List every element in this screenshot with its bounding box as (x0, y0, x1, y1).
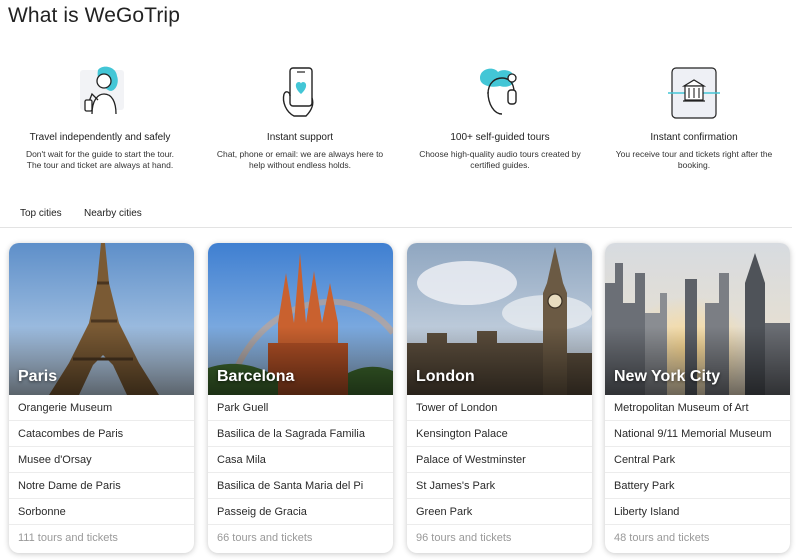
city-card-london[interactable]: London Tower of London Kensington Palace… (407, 243, 592, 553)
feature-title: 100+ self-guided tours (450, 132, 550, 143)
city-cards: Paris Orangerie Museum Catacombes de Par… (0, 243, 800, 560)
attraction-link[interactable]: National 9/11 Memorial Museum (605, 421, 790, 447)
attraction-link[interactable]: Sorbonne (9, 499, 194, 525)
feature-title: Instant confirmation (650, 132, 738, 143)
attraction-link[interactable]: Tower of London (407, 395, 592, 421)
attraction-link[interactable]: Basilica de Santa Maria del Pi (208, 473, 393, 499)
feature-description: Chat, phone or email: we are always here… (216, 149, 384, 170)
city-name: Barcelona (217, 368, 295, 385)
attraction-link[interactable]: Orangerie Museum (9, 395, 194, 421)
city-name: London (416, 368, 475, 385)
attraction-link[interactable]: Liberty Island (605, 499, 790, 525)
attraction-link[interactable]: Notre Dame de Paris (9, 473, 194, 499)
attraction-link[interactable]: Palace of Westminster (407, 447, 592, 473)
city-image[interactable]: New York City (605, 243, 790, 395)
features-section: Travel independently and safely Don't wa… (0, 64, 800, 184)
feature-description: Choose high-quality audio tours created … (419, 149, 581, 170)
city-card-barcelona[interactable]: Barcelona Park Guell Basilica de la Sagr… (208, 243, 393, 553)
headphones-icon (480, 68, 517, 115)
tours-count[interactable]: 66 tours and tickets (208, 525, 393, 551)
tab-nearby-cities[interactable]: Nearby cities (84, 208, 142, 219)
attraction-link[interactable]: Musee d'Orsay (9, 447, 194, 473)
attraction-list: Tower of London Kensington Palace Palace… (407, 395, 592, 525)
tours-count[interactable]: 111 tours and tickets (9, 525, 194, 551)
feature-tours: 100+ self-guided tours Choose high-quali… (400, 64, 600, 171)
tours-count[interactable]: 48 tours and tickets (605, 525, 790, 551)
city-image[interactable]: Paris (9, 243, 194, 395)
feature-description: Don't wait for the guide to start the to… (25, 149, 175, 170)
phone-support-icon (282, 67, 314, 117)
attraction-link[interactable]: Catacombes de Paris (9, 421, 194, 447)
feature-travel: Travel independently and safely Don't wa… (0, 64, 200, 171)
feature-title: Instant support (266, 132, 334, 143)
ticket-icon (668, 67, 720, 119)
city-image[interactable]: Barcelona (208, 243, 393, 395)
attraction-link[interactable]: Green Park (407, 499, 592, 525)
attraction-link[interactable]: Battery Park (605, 473, 790, 499)
feature-support: Instant support Chat, phone or email: we… (200, 64, 400, 171)
attraction-list: Park Guell Basilica de la Sagrada Famili… (208, 395, 393, 525)
tours-count[interactable]: 96 tours and tickets (407, 525, 592, 551)
feature-title: Travel independently and safely (29, 132, 171, 143)
traveler-icon (80, 66, 124, 115)
city-name: Paris (18, 368, 58, 385)
attraction-list: Metropolitan Museum of Art National 9/11… (605, 395, 790, 525)
attraction-link[interactable]: Metropolitan Museum of Art (605, 395, 790, 421)
attraction-link[interactable]: Basilica de la Sagrada Familia (208, 421, 393, 447)
attraction-link[interactable]: St James's Park (407, 473, 592, 499)
city-card-paris[interactable]: Paris Orangerie Museum Catacombes de Par… (9, 243, 194, 553)
city-name: New York City (614, 368, 721, 385)
attraction-link[interactable]: Park Guell (208, 395, 393, 421)
city-image[interactable]: London (407, 243, 592, 395)
attraction-list: Orangerie Museum Catacombes de Paris Mus… (9, 395, 194, 525)
attraction-link[interactable]: Central Park (605, 447, 790, 473)
feature-confirmation: Instant confirmation You receive tour an… (594, 64, 794, 171)
attraction-link[interactable]: Passeig de Gracia (208, 499, 393, 525)
city-tabs: Top cities Nearby cities (0, 206, 792, 228)
attraction-link[interactable]: Casa Mila (208, 447, 393, 473)
tab-top-cities[interactable]: Top cities (20, 208, 62, 219)
attraction-link[interactable]: Kensington Palace (407, 421, 592, 447)
feature-description: You receive tour and tickets right after… (615, 149, 773, 170)
page-title: What is WeGoTrip (8, 4, 180, 27)
city-card-new-york[interactable]: New York City Metropolitan Museum of Art… (605, 243, 790, 553)
